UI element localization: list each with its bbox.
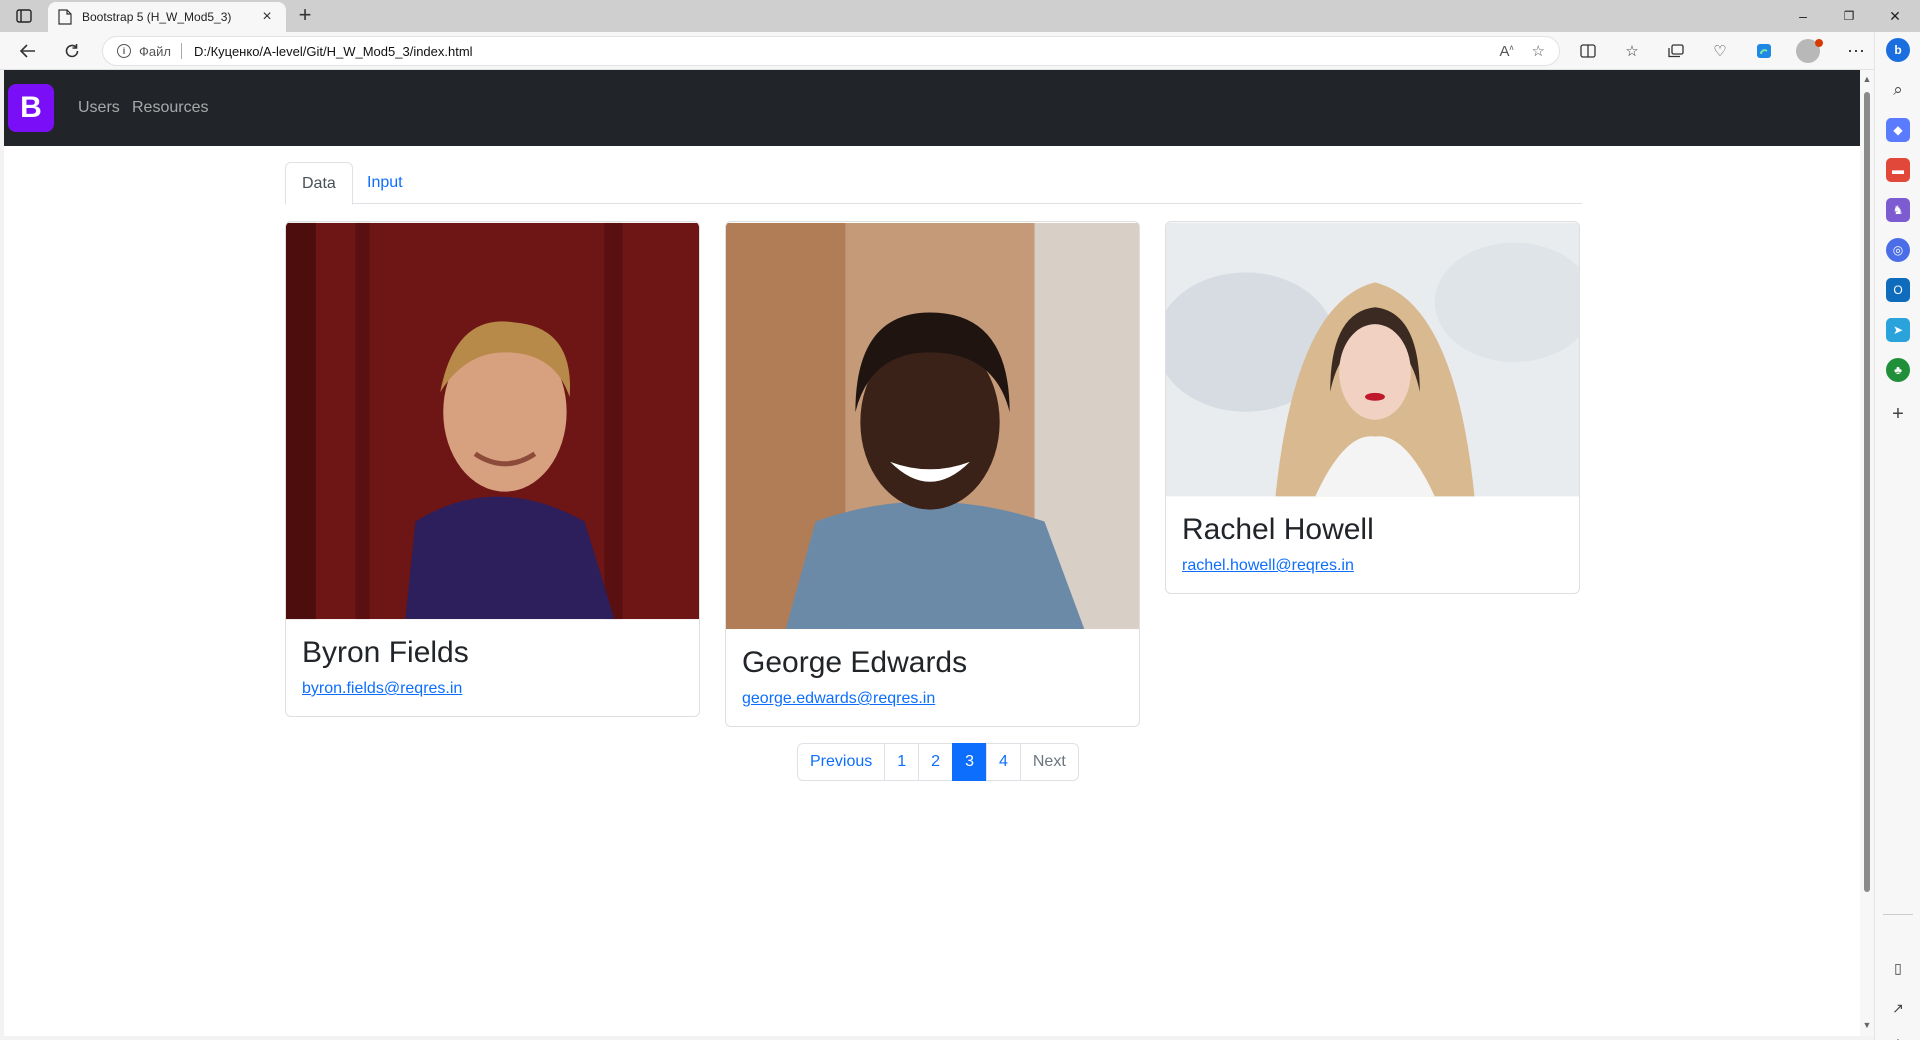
user-email-link[interactable]: rachel.howell@reqres.in (1182, 557, 1354, 574)
user-name: Rachel Howell (1182, 513, 1374, 546)
restore-button[interactable]: ❐ (1826, 0, 1872, 32)
new-tab-button[interactable]: + (292, 4, 318, 28)
browser-tab[interactable]: Bootstrap 5 (H_W_Mod5_3) × (48, 2, 286, 32)
bootstrap-logo[interactable]: B (8, 84, 54, 132)
scrollbar-thumb[interactable] (1864, 92, 1870, 892)
user-email-link[interactable]: byron.fields@reqres.in (302, 680, 462, 697)
tab-data[interactable]: Data (285, 162, 353, 205)
favorite-star-icon[interactable]: ☆ (1532, 42, 1545, 60)
tab-close-icon[interactable]: × (258, 8, 276, 26)
address-bar[interactable]: i Файл D:/Куценко/A-level/Git/H_W_Mod5_3… (102, 36, 1560, 66)
user-name: George Edwards (742, 646, 968, 679)
minimize-button[interactable]: – (1780, 0, 1826, 32)
tag-icon[interactable]: ◆ (1886, 118, 1910, 142)
close-window-button[interactable]: ✕ (1872, 0, 1918, 32)
favorites-icon[interactable]: ☆ (1620, 40, 1644, 62)
address-separator (180, 43, 182, 59)
user-name: Byron Fields (302, 636, 469, 669)
pagination-previous[interactable]: Previous (797, 743, 886, 781)
nav-link-resources[interactable]: Resources (132, 99, 208, 117)
nav-link-users[interactable]: Users (78, 99, 120, 117)
user-card: Rachel Howell rachel.howell@reqres.in (1165, 221, 1580, 594)
user-photo (726, 222, 1139, 630)
performance-icon[interactable]: ♡ (1708, 40, 1732, 62)
collections-icon[interactable] (1664, 40, 1688, 62)
settings-icon[interactable]: ⚙ (1886, 1034, 1910, 1040)
tab-title: Bootstrap 5 (H_W_Mod5_3) (82, 10, 232, 24)
scroll-up-icon[interactable]: ▲ (1862, 74, 1872, 84)
read-aloud-icon[interactable]: Aʌ (1500, 43, 1514, 60)
content-tabs: Data Input (285, 162, 1582, 205)
page-scrollbar[interactable]: ▲ ▼ (1860, 70, 1874, 1036)
split-screen-icon[interactable]: ▯ (1886, 956, 1910, 980)
info-icon[interactable]: i (117, 44, 131, 58)
telegram-icon[interactable]: ➤ (1886, 318, 1910, 342)
scheme-label: Файл (139, 43, 171, 59)
user-card: Byron Fields byron.fields@reqres.in (285, 221, 700, 717)
tab-actions-icon[interactable] (12, 6, 36, 26)
search-icon[interactable]: ⌕ (1886, 78, 1910, 102)
back-icon[interactable] (14, 38, 42, 64)
external-link-icon[interactable]: ↗ (1886, 996, 1910, 1020)
browser-toolbar: i Файл D:/Куценко/A-level/Git/H_W_Mod5_3… (0, 32, 1920, 70)
outlook-icon[interactable]: O (1886, 278, 1910, 302)
pagination-page-1[interactable]: 1 (884, 743, 920, 781)
pagination: Previous 1 2 3 4 Next (797, 743, 1079, 781)
notification-dot (1815, 39, 1823, 47)
edge-extension-icon[interactable] (1752, 40, 1776, 62)
pagination-page-3[interactable]: 3 (952, 743, 987, 781)
scroll-down-icon[interactable]: ▼ (1862, 1020, 1872, 1030)
user-photo (1166, 222, 1579, 497)
edge-sidebar: b ⌕ ◆ ▬ ♞ ◎ O ➤ ♣ + ▯ ↗ ⚙ (1874, 32, 1920, 1040)
bing-copilot-icon[interactable]: b (1886, 38, 1910, 62)
page-viewport: B Users Resources Data Input Byron Field… (4, 70, 1860, 1036)
site-navbar: B Users Resources (4, 70, 1860, 146)
briefcase-icon[interactable]: ▬ (1886, 158, 1910, 182)
tree-icon[interactable]: ♣ (1886, 358, 1910, 382)
tab-input[interactable]: Input (351, 162, 419, 204)
url-text[interactable]: D:/Куценко/A-level/Git/H_W_Mod5_3/index.… (194, 44, 1482, 59)
pagination-page-4[interactable]: 4 (985, 743, 1021, 781)
user-card: George Edwards george.edwards@reqres.in (725, 221, 1140, 727)
add-icon[interactable]: + (1886, 402, 1910, 426)
pagination-next[interactable]: Next (1019, 743, 1079, 781)
more-options-icon[interactable]: ⋯ (1844, 40, 1868, 62)
pagination-page-2[interactable]: 2 (918, 743, 954, 781)
user-email-link[interactable]: george.edwards@reqres.in (742, 690, 935, 707)
split-screen-icon[interactable] (1576, 40, 1600, 62)
sidebar-divider (1883, 914, 1913, 915)
user-photo (286, 222, 699, 620)
refresh-icon[interactable] (58, 38, 86, 64)
office-icon[interactable]: ◎ (1886, 238, 1910, 262)
page-icon (58, 9, 72, 25)
games-icon[interactable]: ♞ (1886, 198, 1910, 222)
tab-strip: Bootstrap 5 (H_W_Mod5_3) × + – ❐ ✕ (0, 0, 1920, 32)
